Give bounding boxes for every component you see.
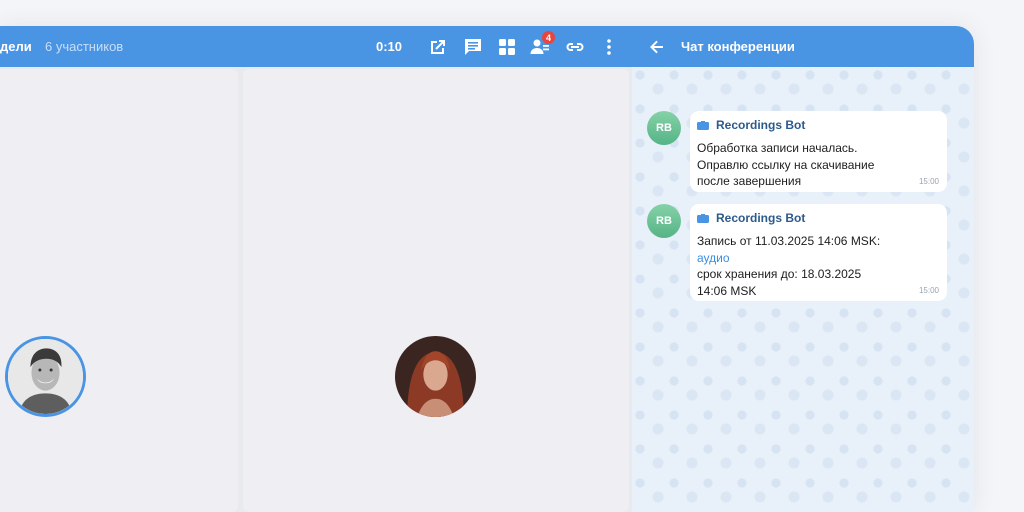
conference-title: дели — [0, 39, 32, 54]
participants-badge: 4 — [541, 30, 556, 45]
participant-avatar[interactable] — [5, 336, 86, 417]
message-bubble: Recordings Bot Запись от 11.03.2025 14:0… — [690, 204, 947, 301]
message-line: Обработка записи началась. — [697, 141, 858, 155]
message-line: срок хранения до: 18.03.2025 — [697, 267, 862, 281]
briefcase-icon — [697, 120, 709, 130]
participant-tile[interactable] — [243, 69, 629, 512]
message-text: Обработка записи началась. Оправлю ссылк… — [697, 140, 937, 190]
message-line: Оправлю ссылку на скачивание — [697, 157, 875, 172]
grid-layout-icon[interactable] — [497, 37, 517, 57]
participants-count[interactable]: 6 участников — [45, 39, 123, 54]
message-bubble: Recordings Bot Обработка записи началась… — [690, 111, 947, 192]
external-link-icon[interactable] — [428, 37, 448, 57]
message-text: Запись от 11.03.2025 14:06 MSK: аудио ср… — [697, 233, 937, 299]
message-time: 15:00 — [918, 177, 939, 186]
participant-avatar[interactable] — [395, 336, 476, 417]
avatar[interactable]: RB — [647, 111, 681, 145]
chat-icon[interactable] — [463, 37, 483, 57]
back-arrow-icon[interactable] — [647, 37, 667, 57]
chat-title: Чат конференции — [681, 39, 795, 54]
avatar[interactable]: RB — [647, 204, 681, 238]
more-vertical-icon[interactable] — [599, 37, 619, 57]
call-timer: 0:10 — [376, 39, 403, 54]
message-line: после завершения — [697, 174, 802, 188]
participant-tile[interactable] — [0, 69, 238, 512]
message-line: 14:06 MSK — [697, 283, 757, 298]
chat-panel: RB Recordings Bot Обработка записи начал… — [632, 67, 974, 512]
link-icon[interactable] — [565, 37, 585, 57]
sender-name[interactable]: Recordings Bot — [716, 118, 805, 132]
video-stage — [0, 67, 632, 512]
top-bar: дели 6 участников 0:10 4 Чат конференции — [0, 26, 974, 67]
message-time: 15:00 — [918, 286, 939, 295]
briefcase-icon — [697, 213, 709, 223]
conference-window: дели 6 участников 0:10 4 Чат конференции — [0, 26, 974, 512]
sender-name[interactable]: Recordings Bot — [716, 211, 805, 225]
audio-link[interactable]: аудио — [697, 250, 937, 267]
message-line: Запись от 11.03.2025 14:06 MSK: — [697, 234, 881, 248]
